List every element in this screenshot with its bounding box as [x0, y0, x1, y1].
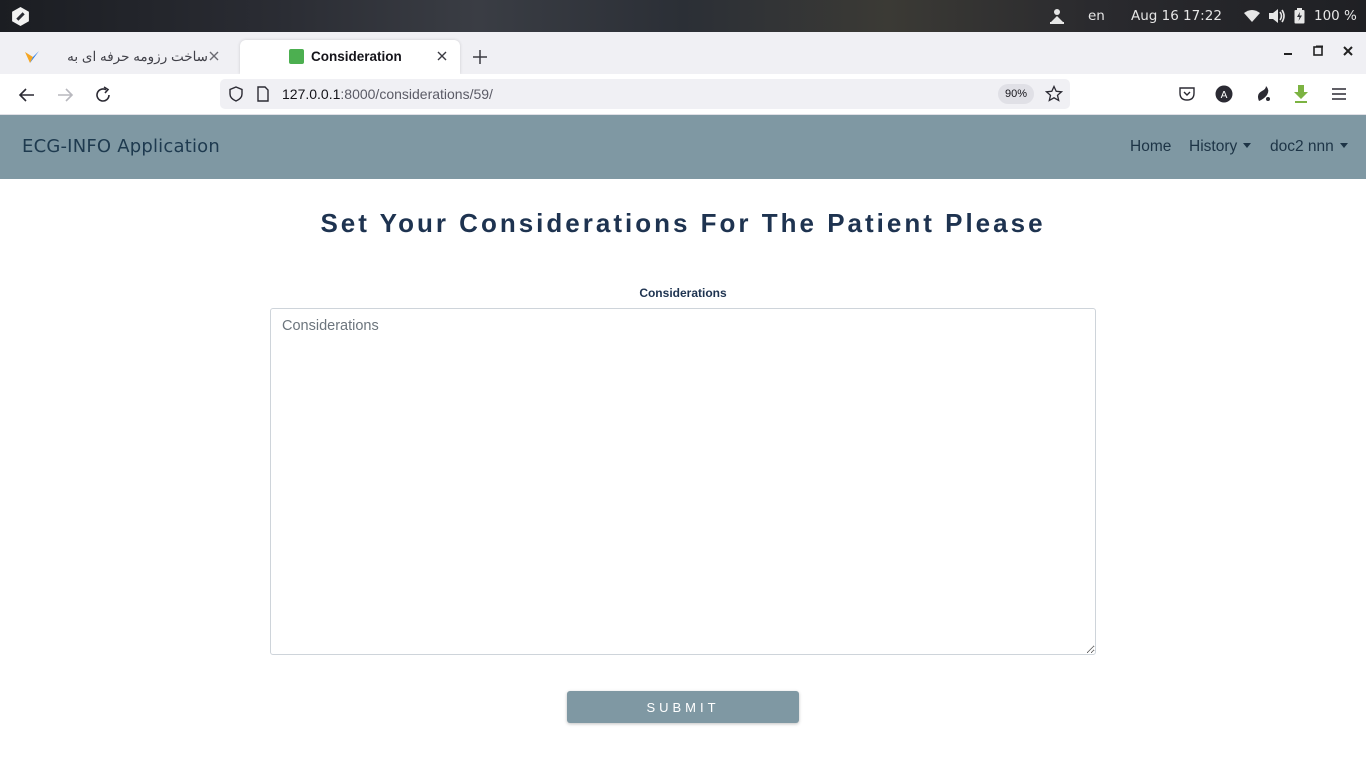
submit-button[interactable]: SUBMIT	[567, 691, 799, 723]
app-brand[interactable]: ECG-INFO Application	[22, 136, 220, 157]
extension-gnome-icon[interactable]	[1254, 85, 1272, 103]
volume-icon[interactable]	[1268, 0, 1286, 32]
os-menu-icon[interactable]	[10, 6, 31, 27]
battery-icon[interactable]	[1294, 0, 1305, 32]
tab-label: ساخت رزومه حرفه ای به	[67, 49, 208, 64]
back-icon[interactable]	[16, 84, 38, 106]
nav-history-label: History	[1189, 138, 1238, 155]
language-indicator[interactable]: en	[1088, 0, 1105, 32]
green-square-icon	[289, 49, 304, 64]
page-info-icon[interactable]	[256, 86, 270, 102]
pocket-icon[interactable]	[1178, 85, 1196, 103]
wifi-icon[interactable]	[1243, 0, 1261, 32]
close-tab-icon[interactable]	[434, 48, 450, 64]
keyboard-layout-icon[interactable]	[1048, 0, 1066, 32]
considerations-label: Considerations	[639, 286, 727, 300]
url-path: :8000/considerations/59/	[340, 86, 493, 102]
reload-icon[interactable]	[92, 84, 114, 106]
url-host: 127.0.0.1	[282, 86, 341, 102]
page-title: Set Your Considerations For The Patient …	[320, 208, 1046, 238]
date-label[interactable]: Aug 16	[1131, 0, 1179, 32]
minimize-icon[interactable]	[1281, 44, 1295, 58]
caret-down-icon	[1243, 143, 1252, 148]
forward-icon[interactable]	[54, 84, 76, 106]
bookmark-star-icon[interactable]	[1045, 85, 1063, 103]
battery-percent[interactable]: 100 %	[1314, 0, 1357, 32]
nav-user-dropdown[interactable]: doc2 nnn	[1270, 138, 1348, 156]
nav-home-link[interactable]: Home	[1130, 138, 1171, 156]
maximize-icon[interactable]	[1311, 44, 1325, 58]
tab-resume[interactable]: ساخت رزومه حرفه ای به	[16, 40, 232, 74]
hamburger-menu-icon[interactable]	[1331, 86, 1347, 102]
svg-text:A: A	[1221, 90, 1228, 101]
zoom-level-badge[interactable]: 90%	[998, 84, 1034, 104]
considerations-textarea[interactable]	[270, 308, 1096, 655]
caret-down-icon	[1339, 143, 1348, 148]
new-tab-icon[interactable]	[470, 47, 490, 67]
close-tab-icon[interactable]	[206, 48, 222, 64]
nav-history-dropdown[interactable]: History	[1189, 138, 1252, 156]
close-window-icon[interactable]	[1341, 44, 1355, 58]
os-top-bar: en Aug 16 17:22 100 %	[0, 0, 1366, 32]
tab-label: Consideration	[311, 49, 402, 64]
download-extension-icon[interactable]	[1292, 84, 1310, 104]
resume-site-icon	[25, 51, 39, 63]
tab-consideration[interactable]: Consideration	[240, 40, 460, 74]
nav-user-label: doc2 nnn	[1270, 138, 1334, 155]
url-text[interactable]: 127.0.0.1:8000/considerations/59/	[282, 86, 493, 102]
account-icon[interactable]: A	[1215, 85, 1233, 103]
time-label[interactable]: 17:22	[1183, 0, 1222, 32]
shield-icon[interactable]	[228, 86, 244, 102]
